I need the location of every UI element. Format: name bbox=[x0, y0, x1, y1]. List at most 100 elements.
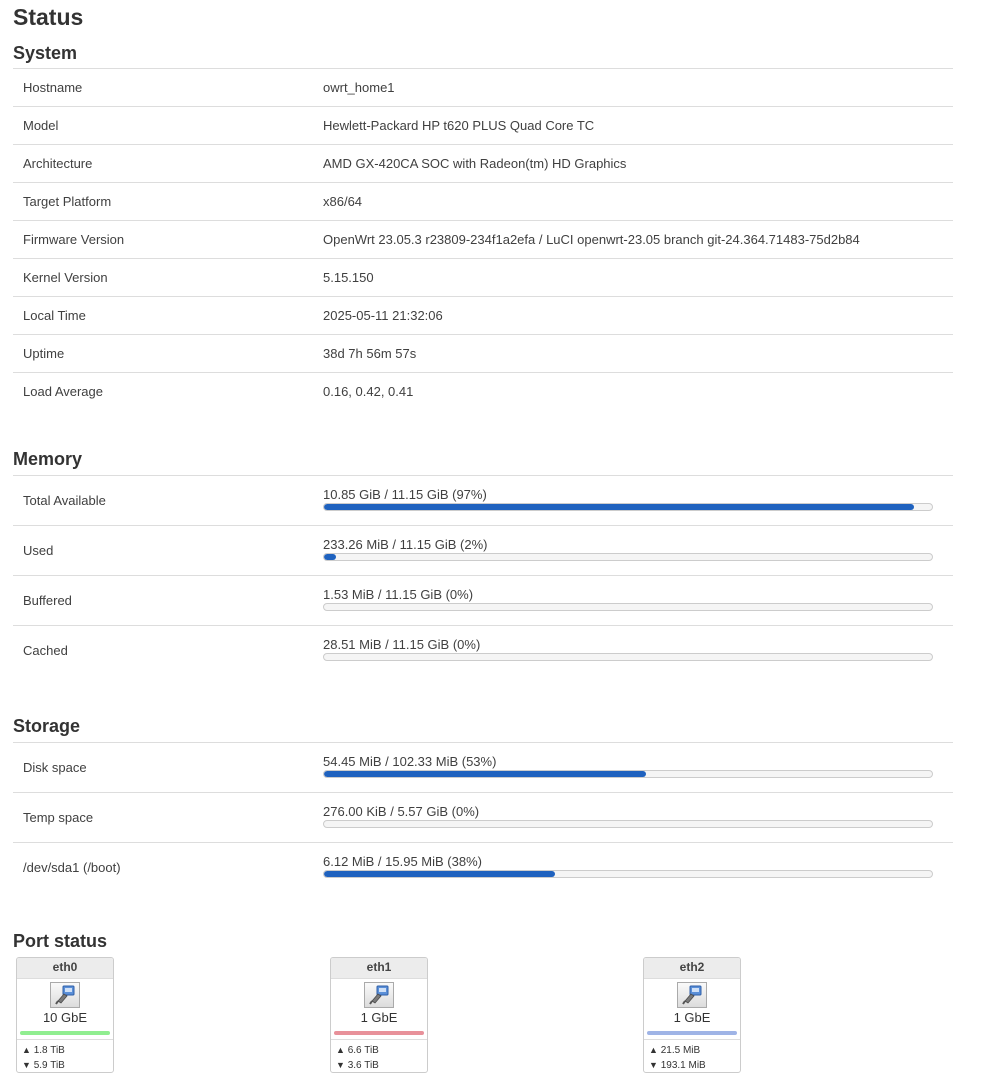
port-rx-value: 193.1 MiB bbox=[660, 1060, 706, 1071]
storage-row-label: Disk space bbox=[13, 742, 323, 793]
storage-row-label: /dev/sda1 (/boot) bbox=[13, 842, 323, 892]
storage-row-value: 6.12 MiB / 15.95 MiB (38%) bbox=[323, 842, 953, 892]
port-link-indicator bbox=[20, 1031, 110, 1035]
port-status-list: eth0 10 GbE ▲ 1.8 TiB ▼ 5.9 TiB eth1 1 GbE ▲ 6… bbox=[13, 957, 953, 1087]
system-row-label: Kernel Version bbox=[13, 258, 323, 297]
storage-progress-bar bbox=[323, 770, 933, 778]
arrow-down-icon: ▼ bbox=[22, 1060, 31, 1070]
port-name: eth2 bbox=[644, 958, 740, 979]
system-row: Architecture AMD GX-420CA SOC with Radeon… bbox=[13, 144, 953, 183]
arrow-down-icon: ▼ bbox=[649, 1060, 658, 1070]
port-link-indicator bbox=[334, 1031, 424, 1035]
system-row-value: x86/64 bbox=[323, 182, 953, 221]
memory-row-value: 233.26 MiB / 11.15 GiB (2%) bbox=[323, 525, 953, 576]
memory-row: Total Available 10.85 GiB / 11.15 GiB (97… bbox=[13, 475, 953, 526]
system-row-label: Model bbox=[13, 106, 323, 145]
system-row-value: AMD GX-420CA SOC with Radeon(tm) HD Grap… bbox=[323, 144, 953, 183]
system-row-value: 38d 7h 56m 57s bbox=[323, 334, 953, 373]
memory-progress-bar bbox=[323, 503, 933, 511]
port-name: eth0 bbox=[17, 958, 113, 979]
memory-usage-text: 1.53 MiB / 11.15 GiB (0%) bbox=[323, 587, 474, 602]
port-eth1[interactable]: eth1 1 GbE ▲ 6.6 TiB ▼ 3.6 TiB bbox=[330, 957, 428, 1073]
port-tx-value: 21.5 MiB bbox=[660, 1045, 701, 1056]
arrow-down-icon: ▼ bbox=[336, 1060, 345, 1070]
memory-usage-text: 10.85 GiB / 11.15 GiB (97%) bbox=[323, 487, 487, 502]
port-name: eth1 bbox=[331, 958, 427, 979]
storage-progress-bar bbox=[323, 870, 933, 878]
system-row: Uptime 38d 7h 56m 57s bbox=[13, 334, 953, 373]
memory-row-label: Total Available bbox=[13, 475, 323, 526]
status-page: Status System Hostname owrt_home1 Model Hew… bbox=[0, 0, 987, 1087]
ethernet-port-icon bbox=[364, 982, 394, 1008]
port-link-indicator bbox=[647, 1031, 737, 1035]
system-row: Target Platform x86/64 bbox=[13, 182, 953, 221]
arrow-up-icon: ▲ bbox=[649, 1045, 658, 1055]
port-rx-value: 5.9 TiB bbox=[33, 1060, 65, 1071]
system-row-label: Architecture bbox=[13, 144, 323, 183]
system-row: Local Time 2025-05-11 21:32:06 bbox=[13, 296, 953, 335]
memory-progress-fill bbox=[324, 504, 914, 510]
system-row-value: 5.15.150 bbox=[323, 258, 953, 297]
memory-row-value: 28.51 MiB / 11.15 GiB (0%) bbox=[323, 625, 953, 675]
memory-row-label: Used bbox=[13, 525, 323, 576]
system-row: Firmware Version OpenWrt 23.05.3 r23809-2… bbox=[13, 220, 953, 259]
memory-table: Total Available 10.85 GiB / 11.15 GiB (97… bbox=[13, 475, 953, 675]
arrow-up-icon: ▲ bbox=[22, 1045, 31, 1055]
storage-section-title: Storage bbox=[13, 716, 81, 736]
port-tx: ▲ 21.5 MiB bbox=[649, 1043, 740, 1058]
system-table: Hostname owrt_home1 Model Hewlett-Packard H… bbox=[13, 68, 953, 410]
port-tx-value: 1.8 TiB bbox=[33, 1045, 65, 1056]
memory-progress-bar bbox=[323, 653, 933, 661]
system-row-label: Firmware Version bbox=[13, 220, 323, 259]
system-row: Load Average 0.16, 0.42, 0.41 bbox=[13, 372, 953, 410]
system-row-label: Local Time bbox=[13, 296, 323, 335]
system-row-label: Uptime bbox=[13, 334, 323, 373]
port-eth0[interactable]: eth0 10 GbE ▲ 1.8 TiB ▼ 5.9 TiB bbox=[16, 957, 114, 1073]
memory-row-value: 1.53 MiB / 11.15 GiB (0%) bbox=[323, 575, 953, 626]
arrow-up-icon: ▲ bbox=[336, 1045, 345, 1055]
system-row-label: Load Average bbox=[13, 372, 323, 410]
system-row-value: owrt_home1 bbox=[323, 68, 953, 107]
port-rx: ▼ 5.9 TiB bbox=[22, 1058, 113, 1072]
port-speed: 10 GbE bbox=[42, 1010, 88, 1025]
port-tx: ▲ 1.8 TiB bbox=[22, 1043, 113, 1058]
storage-row: /dev/sda1 (/boot) 6.12 MiB / 15.95 MiB (3… bbox=[13, 842, 953, 892]
memory-usage-text: 28.51 MiB / 11.15 GiB (0%) bbox=[323, 637, 481, 652]
page-title: Status bbox=[13, 4, 84, 30]
storage-progress-bar bbox=[323, 820, 933, 828]
system-section-title: System bbox=[13, 43, 78, 63]
memory-row-label: Cached bbox=[13, 625, 323, 675]
memory-row: Buffered 1.53 MiB / 11.15 GiB (0%) bbox=[13, 575, 953, 626]
port-status-section-title: Port status bbox=[13, 931, 108, 951]
memory-progress-fill bbox=[324, 554, 337, 560]
system-row-value: 0.16, 0.42, 0.41 bbox=[323, 372, 953, 410]
memory-progress-bar bbox=[323, 553, 933, 561]
storage-usage-text: 54.45 MiB / 102.33 MiB (53%) bbox=[323, 754, 497, 769]
port-speed: 1 GbE bbox=[673, 1010, 711, 1025]
system-row-label: Target Platform bbox=[13, 182, 323, 221]
memory-row-label: Buffered bbox=[13, 575, 323, 626]
storage-usage-text: 6.12 MiB / 15.95 MiB (38%) bbox=[323, 854, 482, 869]
system-row: Kernel Version 5.15.150 bbox=[13, 258, 953, 297]
memory-section-title: Memory bbox=[13, 449, 83, 469]
port-tx: ▲ 6.6 TiB bbox=[336, 1043, 427, 1058]
port-rx: ▼ 193.1 MiB bbox=[649, 1058, 740, 1072]
system-row-value: OpenWrt 23.05.3 r23809-234f1a2efa / LuCI… bbox=[323, 220, 953, 259]
memory-progress-bar bbox=[323, 603, 933, 611]
memory-usage-text: 233.26 MiB / 11.15 GiB (2%) bbox=[323, 537, 488, 552]
storage-progress-fill bbox=[324, 771, 647, 777]
system-row: Model Hewlett-Packard HP t620 PLUS Quad C… bbox=[13, 106, 953, 145]
port-speed: 1 GbE bbox=[360, 1010, 398, 1025]
port-rx: ▼ 3.6 TiB bbox=[336, 1058, 427, 1072]
storage-usage-text: 276.00 KiB / 5.57 GiB (0%) bbox=[323, 804, 480, 819]
port-rx-value: 3.6 TiB bbox=[347, 1060, 379, 1071]
system-row: Hostname owrt_home1 bbox=[13, 68, 953, 107]
port-tx-value: 6.6 TiB bbox=[347, 1045, 379, 1056]
port-traffic: ▲ 21.5 MiB ▼ 193.1 MiB bbox=[644, 1039, 740, 1072]
system-row-value: 2025-05-11 21:32:06 bbox=[323, 296, 953, 335]
system-row-label: Hostname bbox=[13, 68, 323, 107]
ethernet-port-icon bbox=[50, 982, 80, 1008]
port-eth2[interactable]: eth2 1 GbE ▲ 21.5 MiB ▼ 193.1 MiB bbox=[643, 957, 741, 1073]
system-row-value: Hewlett-Packard HP t620 PLUS Quad Core T… bbox=[323, 106, 953, 145]
storage-row: Temp space 276.00 KiB / 5.57 GiB (0%) bbox=[13, 792, 953, 843]
